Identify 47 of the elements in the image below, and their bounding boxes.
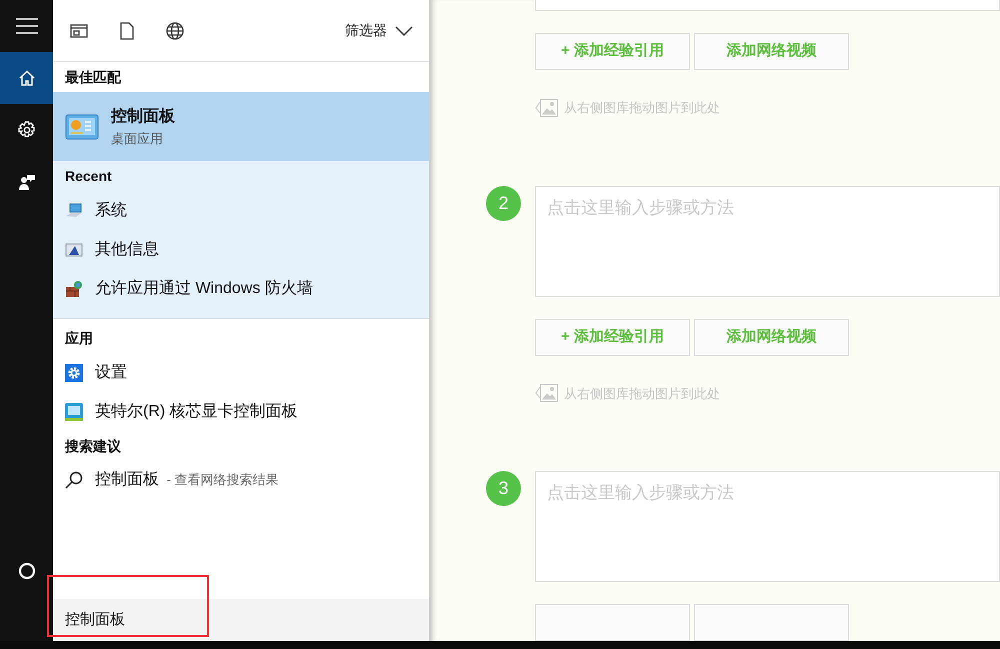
document-icon bbox=[120, 22, 134, 40]
filter-dropdown[interactable]: 筛选器 bbox=[345, 20, 413, 41]
info-window-icon bbox=[65, 242, 83, 258]
section-heading: 最佳匹配 bbox=[64, 68, 122, 87]
result-subtitle: - 查看网络搜索结果 bbox=[166, 471, 279, 490]
gear-icon bbox=[18, 121, 36, 139]
result-item[interactable]: 英特尔(R) 核芯显卡控制面板 bbox=[53, 392, 429, 431]
web-filter-button[interactable] bbox=[165, 20, 185, 40]
circle-icon bbox=[18, 562, 36, 580]
image-icon bbox=[535, 98, 558, 117]
result-title: 其他信息 bbox=[95, 240, 159, 260]
step-text-field[interactable] bbox=[535, 0, 1000, 11]
drop-hint: 从右侧图库拖动图片到此处 bbox=[564, 99, 720, 117]
home-icon bbox=[18, 70, 34, 86]
image-icon bbox=[535, 384, 558, 402]
control-panel-icon bbox=[65, 114, 99, 140]
result-item[interactable]: 控制面板 桌面应用 bbox=[53, 92, 429, 161]
result-title: 控制面板 bbox=[111, 106, 175, 127]
result-subtitle: 桌面应用 bbox=[111, 130, 164, 148]
result-title: 设置 bbox=[95, 362, 127, 382]
section-heading: 应用 bbox=[64, 329, 94, 348]
search-icon bbox=[65, 471, 83, 489]
step-number-badge: 3 bbox=[486, 471, 521, 506]
display-icon bbox=[65, 402, 83, 420]
menu-icon bbox=[16, 18, 38, 34]
person-icon bbox=[18, 173, 36, 191]
section-heading: 搜索建议 bbox=[64, 437, 122, 456]
result-item[interactable]: 允许应用通过 Windows 防火墙 bbox=[53, 269, 429, 308]
chevron-down-icon bbox=[395, 26, 413, 36]
result-item[interactable]: 控制面板 - 查看网络搜索结果 bbox=[53, 461, 429, 499]
result-item[interactable]: 设置 bbox=[53, 353, 429, 392]
gear-icon bbox=[65, 364, 83, 382]
computer-icon bbox=[65, 202, 83, 218]
firewall-icon bbox=[65, 280, 83, 298]
drop-hint: 从右侧图库拖动图片到此处 bbox=[564, 384, 720, 402]
search-field[interactable]: 控制面板 bbox=[53, 599, 429, 641]
step-number-badge: 2 bbox=[486, 186, 521, 220]
result-item[interactable]: 其他信息 bbox=[53, 230, 429, 269]
result-title: 英特尔(R) 核芯显卡控制面板 bbox=[95, 402, 298, 422]
result-title: 系统 bbox=[95, 200, 127, 220]
section-heading: Recent bbox=[64, 167, 113, 186]
result-item[interactable]: 系统 bbox=[53, 191, 429, 230]
home-button[interactable] bbox=[0, 52, 53, 104]
globe-icon bbox=[166, 22, 184, 40]
window-icon bbox=[70, 24, 88, 38]
result-title: 控制面板 bbox=[95, 470, 159, 490]
result-title: 允许应用通过 Windows 防火墙 bbox=[95, 278, 313, 298]
